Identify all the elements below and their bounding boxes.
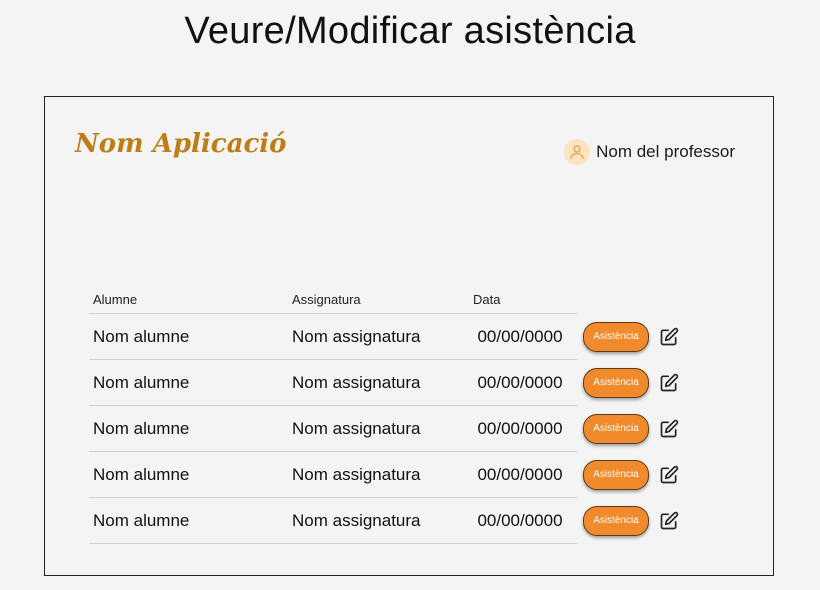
edit-icon[interactable] [659, 419, 679, 439]
cell-alumne: Nom alumne [93, 510, 190, 530]
asistencia-button[interactable]: Asistència [583, 367, 649, 398]
cell-alumne: Nom alumne [93, 326, 190, 346]
row-actions: Asistència [583, 360, 679, 405]
cell-alumne: Nom alumne [93, 372, 190, 392]
table-row: Nom alumne Nom assignatura 00/00/0000 As… [89, 314, 679, 360]
user-profile[interactable]: Nom del professor [564, 139, 735, 165]
table-row: Nom alumne Nom assignatura 00/00/0000 As… [89, 406, 679, 452]
cell-assignatura: Nom assignatura [292, 510, 421, 530]
row-actions: Asistència [583, 314, 679, 359]
table-header: Alumne Assignatura Data [89, 285, 577, 314]
column-header-alumne: Alumne [93, 291, 138, 307]
cell-assignatura: Nom assignatura [292, 326, 421, 346]
asistencia-button[interactable]: Asistència [583, 413, 649, 444]
table-row: Nom alumne Nom assignatura 00/00/0000 As… [89, 452, 679, 498]
app-name: Nom Aplicació [75, 129, 287, 159]
cell-alumne: Nom alumne [93, 464, 190, 484]
row-actions: Asistència [583, 452, 679, 497]
cell-data: 00/00/0000 [477, 510, 563, 530]
cell-assignatura: Nom assignatura [292, 418, 421, 438]
table-row: Nom alumne Nom assignatura 00/00/0000 As… [89, 498, 679, 544]
row-actions: Asistència [583, 406, 679, 451]
edit-icon[interactable] [659, 465, 679, 485]
attendance-table: Alumne Assignatura Data Nom alumne Nom a… [89, 285, 679, 544]
asistencia-button[interactable]: Asistència [583, 505, 649, 536]
page-title: Veure/Modificar asistència [184, 10, 636, 52]
column-header-assignatura: Assignatura [292, 291, 361, 307]
table-row: Nom alumne Nom assignatura 00/00/0000 As… [89, 360, 679, 406]
row-actions: Asistència [583, 498, 679, 543]
app-frame: Nom Aplicació Nom del professor Alumne A… [44, 96, 774, 576]
cell-data: 00/00/0000 [477, 372, 563, 392]
edit-icon[interactable] [659, 327, 679, 347]
cell-alumne: Nom alumne [93, 418, 190, 438]
column-header-data: Data [473, 291, 501, 307]
user-name: Nom del professor [596, 142, 735, 161]
asistencia-button[interactable]: Asistència [583, 321, 649, 352]
cell-data: 00/00/0000 [477, 326, 563, 346]
edit-icon[interactable] [659, 511, 679, 531]
cell-data: 00/00/0000 [477, 464, 563, 484]
asistencia-button[interactable]: Asistència [583, 459, 649, 490]
edit-icon[interactable] [659, 373, 679, 393]
user-icon [564, 139, 591, 165]
cell-assignatura: Nom assignatura [292, 464, 421, 484]
cell-data: 00/00/0000 [477, 418, 563, 438]
cell-assignatura: Nom assignatura [292, 372, 421, 392]
